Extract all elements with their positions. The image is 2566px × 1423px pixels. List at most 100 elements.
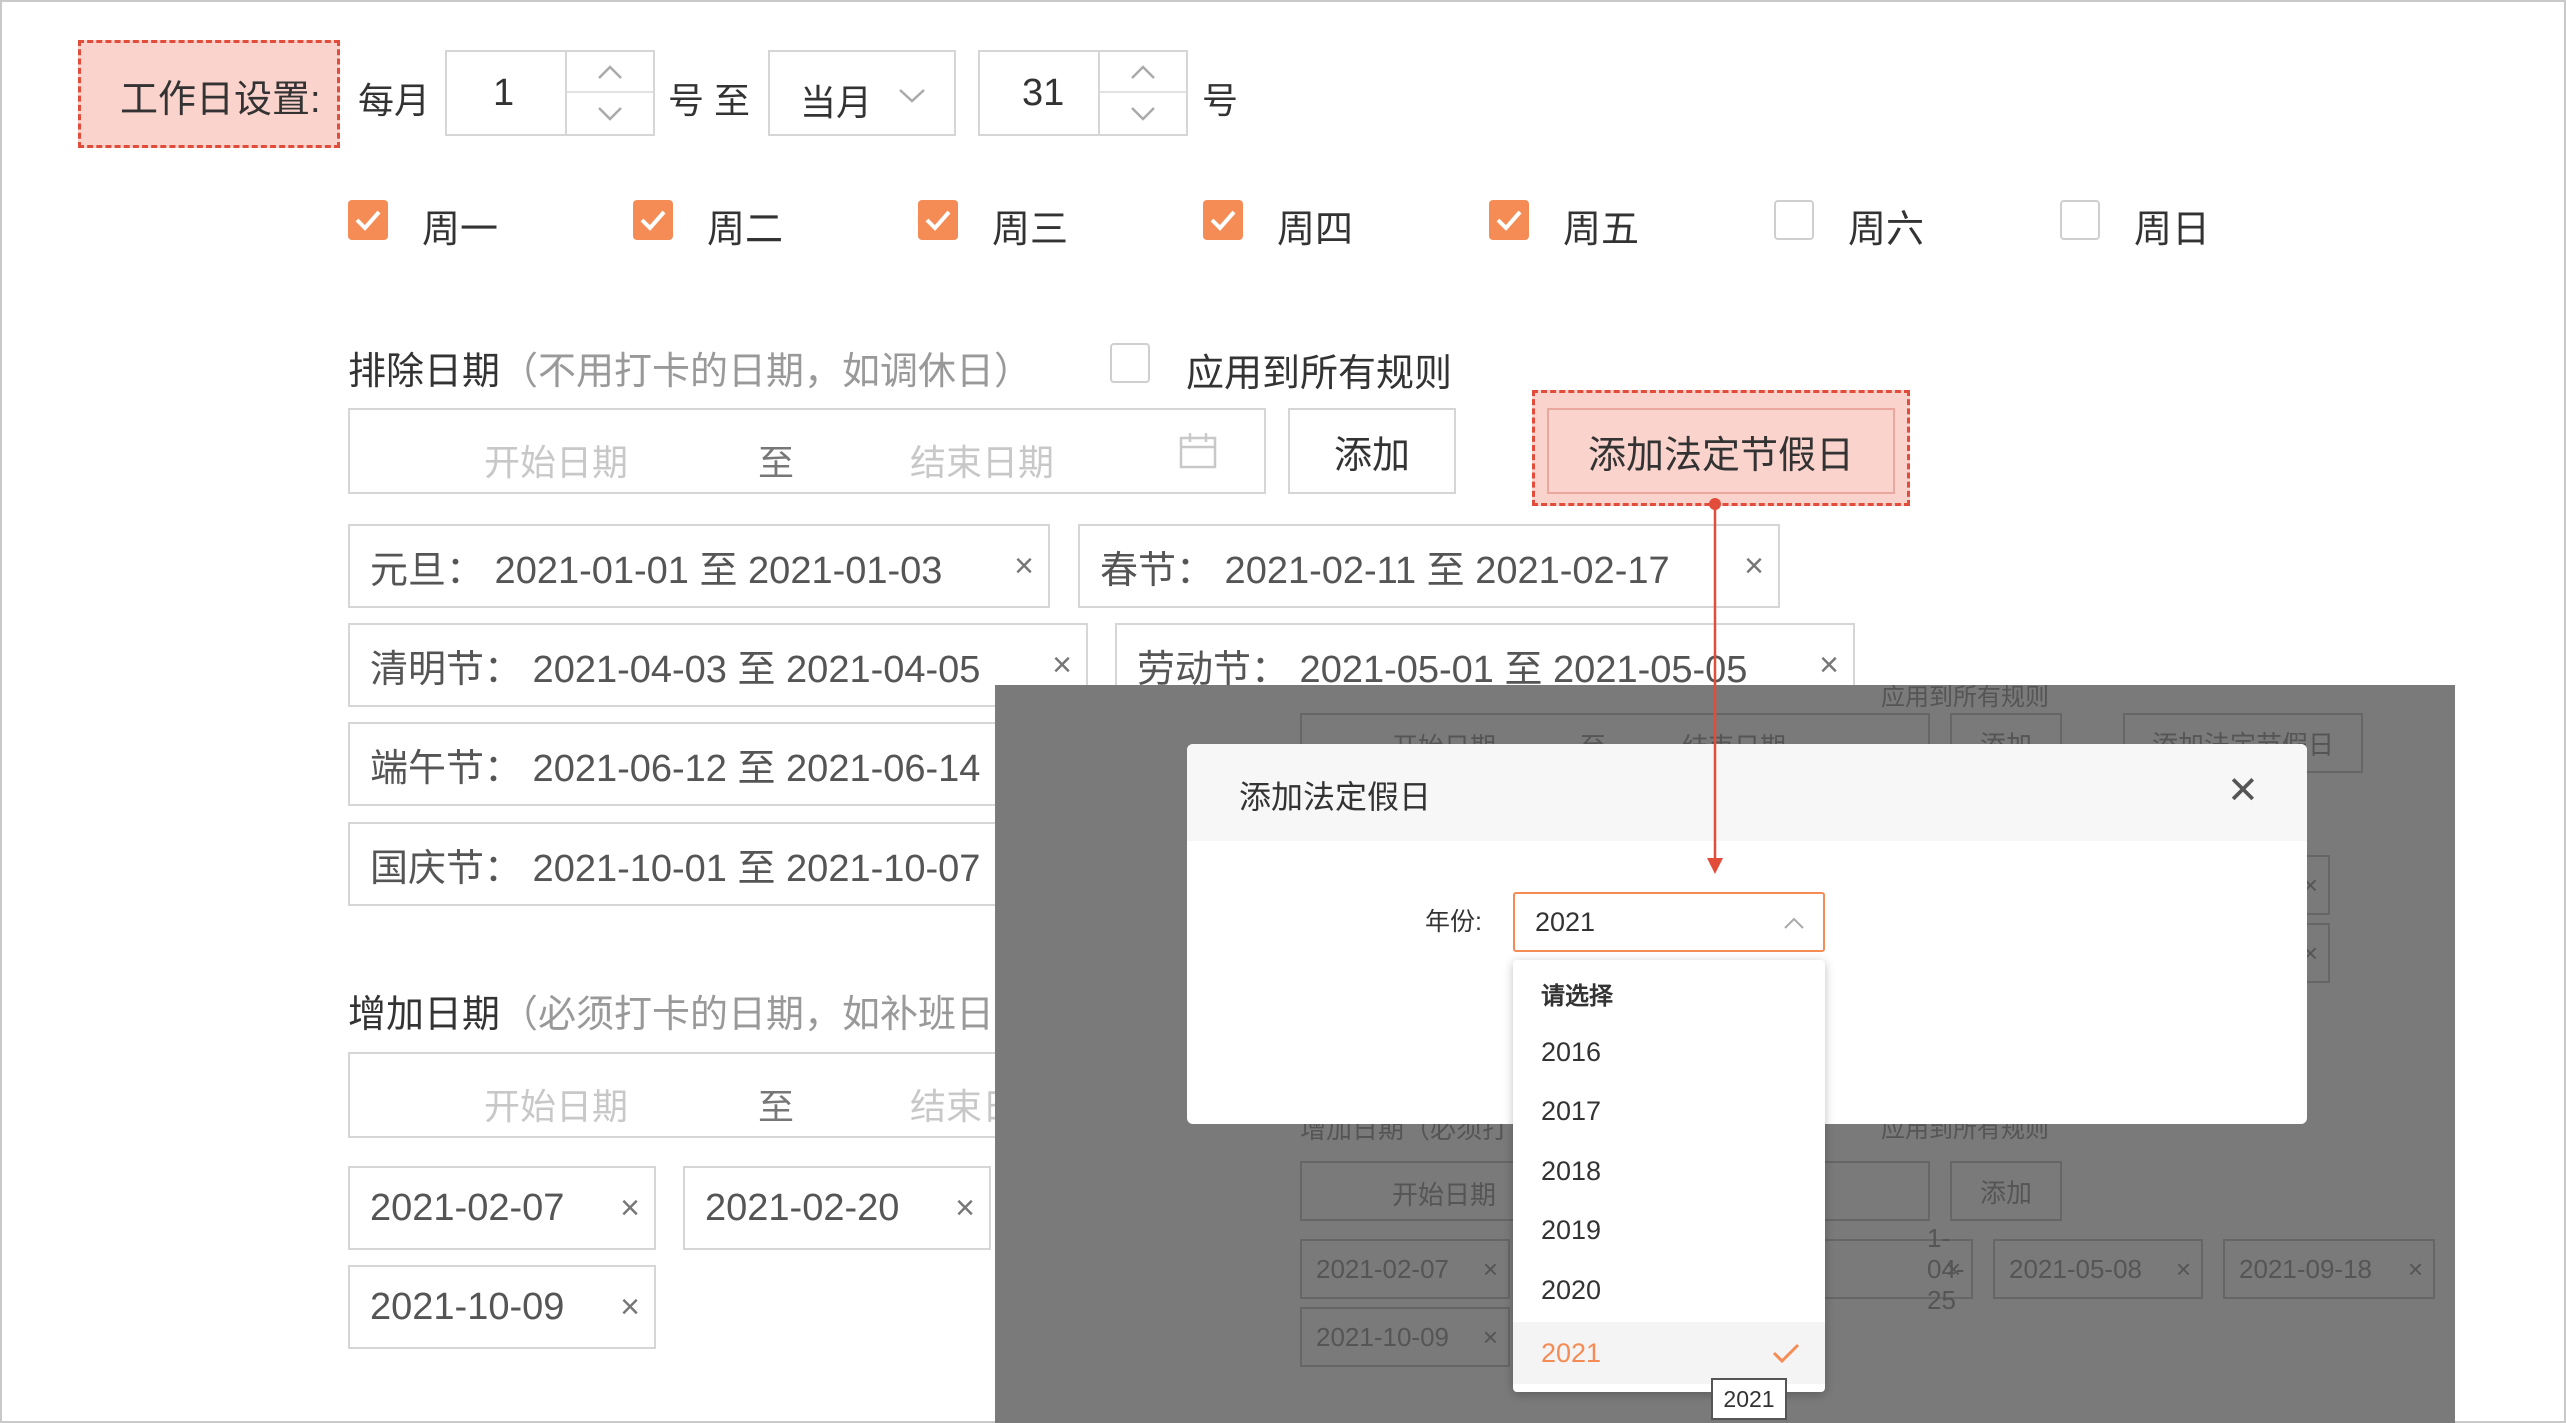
ghost-apply-all-label: 应用到所有规则	[1881, 685, 2049, 711]
range-separator: 至	[758, 442, 795, 483]
checkmark-icon	[1496, 210, 1522, 231]
decrement-button[interactable]	[1100, 93, 1186, 134]
checkmark-icon	[1210, 210, 1236, 231]
weekday-label: 周二	[707, 209, 784, 251]
year-option[interactable]: 2020	[1513, 1260, 1825, 1320]
exclude-date-range-input[interactable]: 开始日期 至 结束日期	[348, 408, 1266, 494]
selected-year-text: 2021	[1541, 1337, 1602, 1368]
calendar-icon	[1179, 433, 1217, 469]
add-exclude-button[interactable]: 添加	[1288, 408, 1456, 494]
year-option[interactable]: 2017	[1513, 1081, 1825, 1141]
apply-all-checkbox[interactable]	[1110, 343, 1150, 383]
add-date-tag: 2021-10-09 ×	[348, 1265, 656, 1349]
weekday-label: 周一	[422, 209, 499, 251]
exclude-tag: 端午节： 2021-06-12 至 2021-06-14×	[348, 722, 1088, 806]
add-date-tag: 2021-02-20 ×	[683, 1166, 991, 1250]
ghost-remove-icon: ×	[2175, 1253, 2191, 1284]
add-date-tag: 2021-02-07 ×	[348, 1166, 656, 1250]
year-tooltip: 2021	[1711, 1378, 1787, 1420]
remove-icon[interactable]: ×	[620, 1288, 640, 1327]
checkmark-icon	[355, 210, 381, 231]
workday-label: 工作日设置:	[120, 79, 321, 121]
remove-icon[interactable]: ×	[1819, 646, 1839, 685]
weekday-checkbox[interactable]	[348, 200, 388, 240]
year-option[interactable]: 2018	[1513, 1141, 1825, 1201]
remove-icon[interactable]: ×	[1014, 547, 1034, 586]
exclude-tag-text: 春节： 2021-02-11 至 2021-02-17	[1100, 549, 1670, 592]
checkmark-icon	[1772, 1343, 1800, 1364]
exclude-tag: 国庆节： 2021-10-01 至 2021-10-07×	[348, 822, 1088, 906]
year-option-selected[interactable]: 2021	[1513, 1322, 1825, 1384]
chevron-up-icon	[1784, 917, 1804, 929]
start-date-placeholder: 开始日期	[484, 442, 629, 483]
remove-icon[interactable]: ×	[955, 1189, 975, 1228]
add-section-title: 增加日期（必须打卡的日期，如补班日）	[348, 983, 1032, 1038]
start-day-stepper-buttons	[565, 52, 653, 134]
month-select-value: 当月	[800, 82, 873, 123]
add-date-tag-text: 2021-02-07	[370, 1186, 565, 1229]
ghost-date-tag: 2021-05-08 ×	[1993, 1239, 2203, 1299]
weekday-checkbox[interactable]	[1489, 200, 1529, 240]
add-legal-holiday-button[interactable]: 添加法定节假日	[1547, 408, 1895, 494]
start-day-stepper[interactable]: 1	[445, 50, 655, 136]
ghost-date-tag: 1-04-25 ×	[1805, 1223, 1973, 1315]
ghost-remove-icon: ×	[1482, 1321, 1498, 1352]
ghost-date-tag-text: 2021-09-18	[2239, 1253, 2372, 1284]
year-select-value: 2021	[1535, 907, 1596, 937]
weekday-checkbox[interactable]	[918, 200, 958, 240]
ghost-remove-icon: ×	[2407, 1253, 2423, 1284]
weekday-checkbox[interactable]	[1203, 200, 1243, 240]
exclude-hint: （不用打卡的日期，如调休日）	[500, 351, 1033, 393]
exclude-tag: 元旦： 2021-01-01 至 2021-01-03 ×	[348, 524, 1050, 608]
remove-icon[interactable]: ×	[1052, 646, 1072, 685]
ghost-date-tag: 2021-10-09 ×	[1300, 1307, 1510, 1367]
annotation-arrow-icon	[1707, 498, 1723, 874]
end-day-value: 31	[1022, 71, 1065, 114]
add-title: 增加日期	[348, 994, 501, 1036]
weekday-label: 周日	[2134, 209, 2211, 251]
chevron-down-icon	[899, 89, 925, 103]
month-select[interactable]: 当月	[768, 50, 956, 136]
modal-header: 添加法定假日 ✕	[1187, 744, 2307, 841]
year-option[interactable]: 2016	[1513, 1022, 1825, 1082]
chevron-down-icon	[1131, 106, 1155, 121]
year-option-placeholder[interactable]: 请选择	[1513, 963, 1825, 1023]
start-date-placeholder: 开始日期	[484, 1086, 629, 1127]
weekday-label: 周五	[1563, 209, 1640, 251]
close-icon[interactable]: ✕	[2227, 768, 2259, 813]
weekday-checkbox[interactable]	[2060, 200, 2100, 240]
exclude-tag-text: 清明节： 2021-04-03 至 2021-04-05	[370, 648, 981, 691]
decrement-button[interactable]	[567, 93, 653, 134]
end-day-stepper-buttons	[1098, 52, 1186, 134]
ghost-date-tag: 2021-02-07 ×	[1300, 1239, 1510, 1299]
weekday-label: 周六	[1848, 209, 1925, 251]
add-hint: （必须打卡的日期，如补班日）	[500, 994, 1033, 1036]
ghost-date-tag-text: 2021-10-09	[1316, 1321, 1449, 1352]
add-date-tag-text: 2021-10-09	[370, 1285, 565, 1328]
day-to-label: 号 至	[668, 80, 751, 121]
weekday-checkbox[interactable]	[633, 200, 673, 240]
weekday-checkbox[interactable]	[1774, 200, 1814, 240]
exclude-tag-text: 国庆节： 2021-10-01 至 2021-10-07	[370, 847, 981, 890]
ghost-date-tag-text: 2021-02-07	[1316, 1253, 1449, 1284]
end-day-stepper[interactable]: 31	[978, 50, 1188, 136]
checkmark-icon	[925, 210, 951, 231]
chevron-up-icon	[1131, 64, 1155, 79]
increment-button[interactable]	[567, 52, 653, 93]
each-month-label: 每月	[358, 80, 431, 121]
apply-all-label: 应用到所有规则	[1186, 353, 1453, 395]
range-separator: 至	[758, 1086, 795, 1127]
start-day-value: 1	[493, 71, 515, 114]
chevron-up-icon	[598, 64, 622, 79]
checkmark-icon	[640, 210, 666, 231]
weekday-label: 周四	[1277, 209, 1354, 251]
year-select[interactable]: 2021	[1513, 892, 1825, 952]
exclude-tag-text: 元旦： 2021-01-01 至 2021-01-03	[370, 549, 943, 592]
exclude-tag-text: 端午节： 2021-06-12 至 2021-06-14	[370, 747, 981, 790]
remove-icon[interactable]: ×	[1744, 547, 1764, 586]
year-option[interactable]: 2019	[1513, 1200, 1825, 1260]
remove-icon[interactable]: ×	[620, 1189, 640, 1228]
day-suffix-label: 号	[1202, 80, 1239, 121]
weekday-label: 周三	[992, 209, 1069, 251]
increment-button[interactable]	[1100, 52, 1186, 93]
